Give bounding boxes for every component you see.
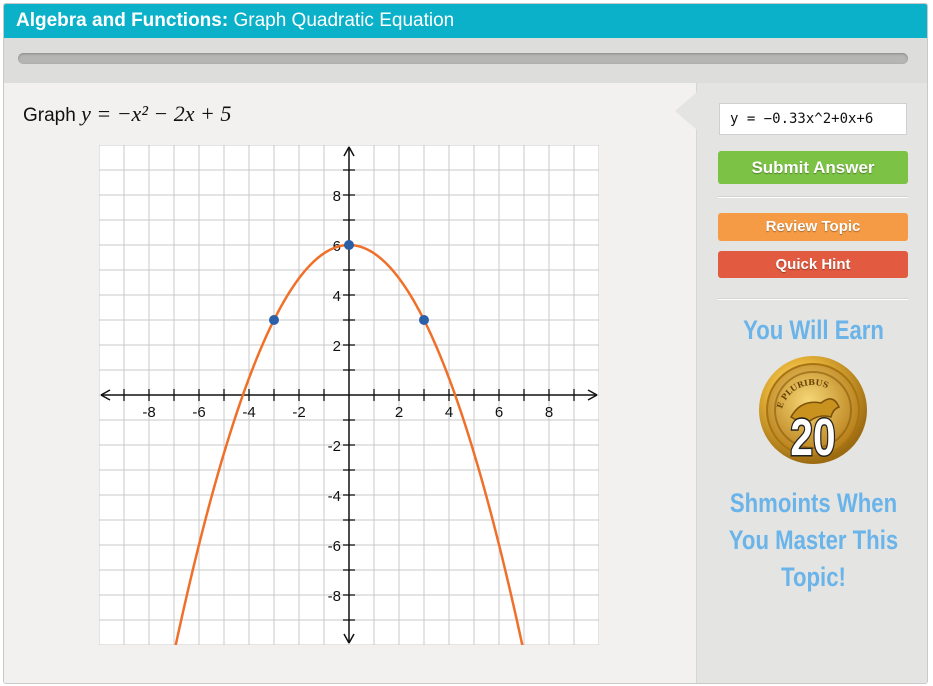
x-tick-label: -6 (192, 404, 205, 421)
review-topic-button[interactable]: Review Topic (718, 213, 908, 241)
app-frame: Algebra and Functions: Graph Quadratic E… (3, 3, 928, 684)
x-tick-label: 2 (395, 404, 403, 421)
reward-description: Shmoints When You Master This Topic! (718, 485, 909, 596)
question-panel: Graph y = −x² − 2x + 5 -8 -6 -4 -2 2 4 6 8 8 6 4 2-… (4, 83, 696, 683)
x-tick-label: -2 (292, 404, 305, 421)
x-tick-label: -8 (142, 404, 155, 421)
y-tick-label: -4 (328, 488, 341, 505)
question-equation: y = −x² − 2x + 5 (81, 101, 232, 126)
x-tick-label: 4 (445, 404, 453, 421)
title-bar: Algebra and Functions: Graph Quadratic E… (4, 4, 927, 38)
y-tick-label: -8 (328, 588, 341, 605)
divider (718, 196, 908, 198)
draggable-point[interactable] (344, 240, 354, 250)
y-tick-label: 4 (333, 288, 341, 305)
question-lead: Graph (23, 105, 76, 126)
reward-line: Topic! (781, 562, 846, 592)
progress-bar (18, 53, 908, 64)
x-tick-label: 8 (545, 404, 553, 421)
graph-canvas[interactable]: -8 -6 -4 -2 2 4 6 88642-2-4-6-8 (99, 145, 599, 645)
sidebar-pointer (675, 92, 697, 130)
reward-amount: 20 (790, 408, 835, 466)
reward-line: Shmoints When (729, 488, 898, 518)
title-subject: Algebra and Functions: (16, 10, 229, 31)
reward-heading: You Will Earn (743, 315, 884, 345)
question-prompt: Graph y = −x² − 2x + 5 (23, 101, 231, 127)
quick-hint-button[interactable]: Quick Hint (718, 251, 908, 278)
answer-equation-field[interactable]: y = −0.33x^2+0x+6 (719, 103, 907, 135)
y-tick-label: 8 (333, 188, 341, 205)
answer-sidebar: y = −0.33x^2+0x+6 Submit Answer Review T… (675, 83, 927, 683)
reward-line: You Master This (728, 525, 899, 555)
y-tick-label: -2 (328, 438, 341, 455)
submit-answer-button[interactable]: Submit Answer (718, 151, 908, 184)
coin-icon: E PLURIBUS 20 (759, 356, 867, 467)
progress-area (4, 38, 927, 83)
y-tick-label: 2 (333, 338, 341, 355)
draggable-point[interactable] (419, 315, 429, 325)
draggable-point[interactable] (269, 315, 279, 325)
x-tick-label: -4 (242, 404, 255, 421)
y-tick-label: -6 (328, 538, 341, 555)
divider (718, 298, 908, 300)
title-topic: Graph Quadratic Equation (233, 10, 455, 31)
x-tick-label: 6 (495, 404, 503, 421)
